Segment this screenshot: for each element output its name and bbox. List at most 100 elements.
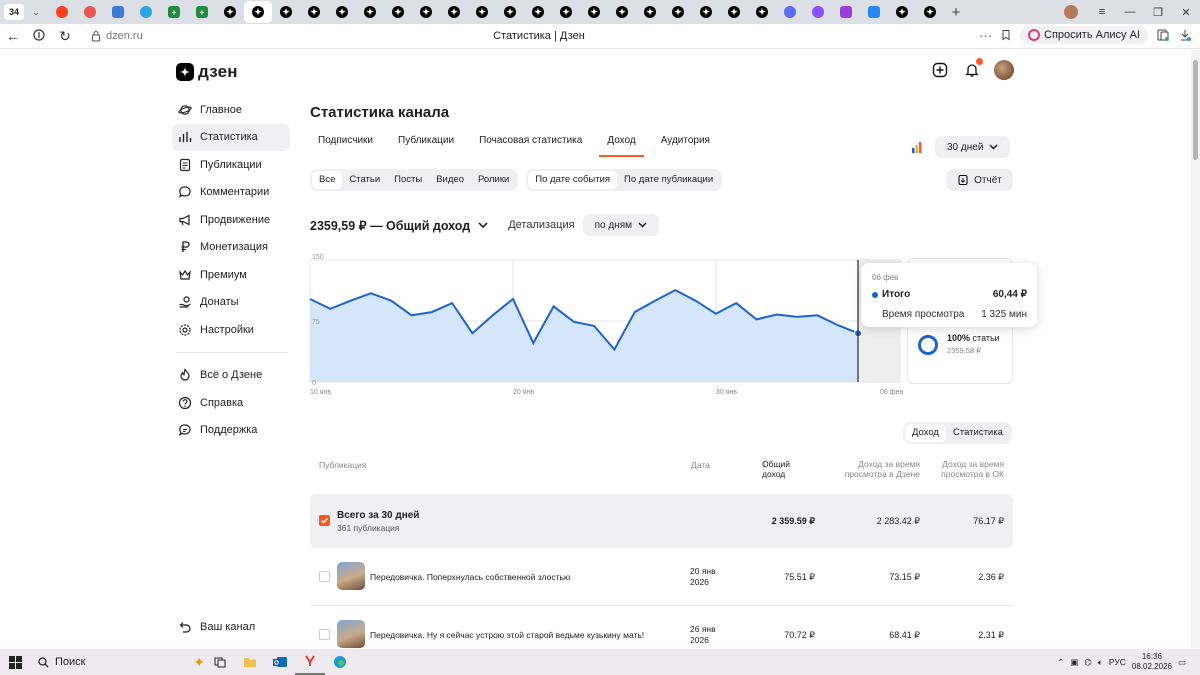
publication-title[interactable]: Передовичка. Поперхнулась собственной зл… — [370, 572, 570, 582]
clock[interactable]: 16:36 08.02.2026 — [1132, 652, 1172, 672]
sidebar-item-help[interactable]: Справка — [172, 389, 290, 417]
col-income[interactable]: Общий доход ↓ — [762, 459, 790, 479]
browser-tab[interactable] — [804, 1, 832, 23]
browser-tab[interactable] — [860, 1, 888, 23]
tab-income[interactable]: Доход — [599, 131, 644, 157]
col-ok-time[interactable]: Доход за время просмотра в ОК — [928, 459, 1004, 479]
window-menu-icon[interactable]: ≡ — [1088, 6, 1116, 18]
browser-tab[interactable]: ✦ — [440, 1, 468, 23]
table-row[interactable]: Передовичка. Ну я сейчас устрою этой ста… — [310, 619, 1013, 649]
page-scrollbar[interactable] — [1191, 50, 1200, 648]
scrollbar-thumb[interactable] — [1193, 60, 1198, 160]
tray-app-icon[interactable]: ▣ — [1070, 657, 1078, 668]
browser-tab[interactable] — [48, 1, 76, 23]
user-avatar[interactable] — [994, 60, 1014, 80]
sidebar-item-monetization[interactable]: Монетизация — [172, 234, 290, 262]
browser-tab[interactable]: ✦ — [468, 1, 496, 23]
bookmark-icon[interactable] — [1000, 29, 1012, 41]
browser-tab[interactable]: ✦ — [720, 1, 748, 23]
outlook-button[interactable] — [265, 649, 295, 675]
notification-center-icon[interactable]: ▭ — [1178, 657, 1186, 668]
sidebar-item-statistics[interactable]: Статистика — [172, 123, 290, 151]
tab-count-badge[interactable]: 34 — [4, 4, 24, 20]
browser-tab[interactable]: ✦ — [272, 1, 300, 23]
browser-tab[interactable]: ✦ — [552, 1, 580, 23]
filter-video[interactable]: Видео — [429, 171, 471, 189]
browser-tab[interactable]: ✦ — [356, 1, 384, 23]
table-row-total[interactable]: Всего за 30 дней 361 публикация 2 359.59… — [310, 494, 1013, 548]
explorer-button[interactable] — [235, 649, 265, 675]
browser-tab[interactable] — [104, 1, 132, 23]
col-dzen-time[interactable]: Доход за время просмотра в Дзене — [834, 459, 920, 479]
network-icon[interactable]: ⌬ — [1084, 657, 1091, 668]
ask-alice-button[interactable]: Спросить Алису AI — [1020, 26, 1148, 44]
browser-tab[interactable]: ✦ — [496, 1, 524, 23]
chevron-down-icon[interactable] — [478, 221, 488, 229]
taskbar-search[interactable]: Поиск ✦ — [30, 650, 205, 674]
browser-tab[interactable]: ✦ — [916, 1, 944, 23]
restore-button[interactable]: ❐ — [1144, 6, 1172, 19]
tab-hourly[interactable]: Почасовая статистика — [471, 131, 590, 157]
more-dots-icon[interactable]: ··· — [979, 28, 992, 43]
tab-audience[interactable]: Аудитория — [653, 131, 718, 157]
table-row[interactable]: Передовичка. Поперхнулась собственной зл… — [310, 561, 1013, 593]
task-view-button[interactable] — [205, 649, 235, 675]
browser-tab[interactable]: ✦ — [608, 1, 636, 23]
colored-bars-icon[interactable] — [912, 141, 923, 153]
filter-posts[interactable]: Посты — [387, 171, 429, 189]
browser-tab[interactable] — [832, 1, 860, 23]
new-tab-button[interactable]: + — [946, 2, 966, 22]
browser-tab[interactable]: ✦ — [300, 1, 328, 23]
notifications-button[interactable] — [962, 58, 983, 80]
total-income[interactable]: 2359,59 ₽ — Общий доход — [310, 218, 470, 233]
row-checkbox[interactable] — [319, 571, 330, 582]
publication-thumbnail[interactable] — [337, 620, 365, 648]
browser-tab[interactable]: ✦ — [636, 1, 664, 23]
browser-tab[interactable]: ✦ — [664, 1, 692, 23]
browser-tab[interactable] — [132, 1, 160, 23]
browser-tab[interactable]: ✦ — [692, 1, 720, 23]
sidebar-item-about[interactable]: Всё о Дзене — [172, 362, 290, 390]
close-window-button[interactable]: ✕ — [1172, 6, 1200, 19]
select-all-checkbox[interactable] — [319, 515, 330, 526]
browser-tab[interactable]: ✦ — [888, 1, 916, 23]
browser-tab[interactable]: + — [160, 1, 188, 23]
filter-shorts[interactable]: Ролики — [471, 171, 516, 189]
filter-by-publish-date[interactable]: По дате публикации — [617, 171, 720, 189]
row-checkbox[interactable] — [319, 629, 330, 640]
browser-tab[interactable]: ✦ — [748, 1, 776, 23]
sidebar-item-premium[interactable]: Премиум — [172, 261, 290, 289]
report-button[interactable]: Отчёт — [946, 169, 1013, 191]
yandex-browser-button[interactable] — [295, 649, 325, 675]
downloads-icon[interactable] — [1178, 28, 1192, 42]
minimize-button[interactable]: — — [1116, 6, 1144, 18]
sidebar-item-support[interactable]: Поддержка — [172, 417, 290, 445]
tab-publications[interactable]: Публикации — [390, 131, 462, 157]
browser-tab[interactable]: + — [188, 1, 216, 23]
sidebar-item-donations[interactable]: Донаты — [172, 289, 290, 317]
publication-thumbnail[interactable] — [337, 562, 365, 590]
col-date[interactable]: Дата — [691, 460, 710, 470]
tab-subscribers[interactable]: Подписчики — [310, 131, 381, 157]
start-button[interactable] — [0, 655, 30, 669]
dzen-logo[interactable]: дзен — [176, 62, 238, 82]
sidebar-item-home[interactable]: Главное — [172, 96, 290, 124]
income-chart[interactable]: 150 75 0 10 янв 20 янв 30 янв 08 фев — [308, 250, 904, 400]
browser-tab[interactable]: ✦ — [524, 1, 552, 23]
toggle-statistics[interactable]: Статистика — [946, 424, 1010, 442]
period-select[interactable]: 30 дней — [935, 136, 1011, 158]
create-button[interactable] — [930, 60, 950, 80]
browser-tab[interactable]: ✦ — [216, 1, 244, 23]
filter-articles[interactable]: Статьи — [342, 171, 387, 189]
collections-icon[interactable] — [1156, 28, 1170, 42]
detail-select[interactable]: по дням — [582, 214, 659, 236]
browser-tab[interactable]: ✦ — [580, 1, 608, 23]
browser-tab[interactable]: ✦ — [328, 1, 356, 23]
keyboard-language[interactable]: РУС — [1109, 657, 1126, 667]
browser-tab[interactable] — [76, 1, 104, 23]
volume-icon[interactable]: 🔈︎ — [1098, 657, 1103, 668]
browser-tab[interactable]: ✦ — [384, 1, 412, 23]
browser-tab[interactable]: ✦ — [244, 1, 272, 23]
sidebar-item-your-channel[interactable]: Ваш канал — [172, 613, 290, 641]
col-publication[interactable]: Публикация — [319, 460, 367, 470]
